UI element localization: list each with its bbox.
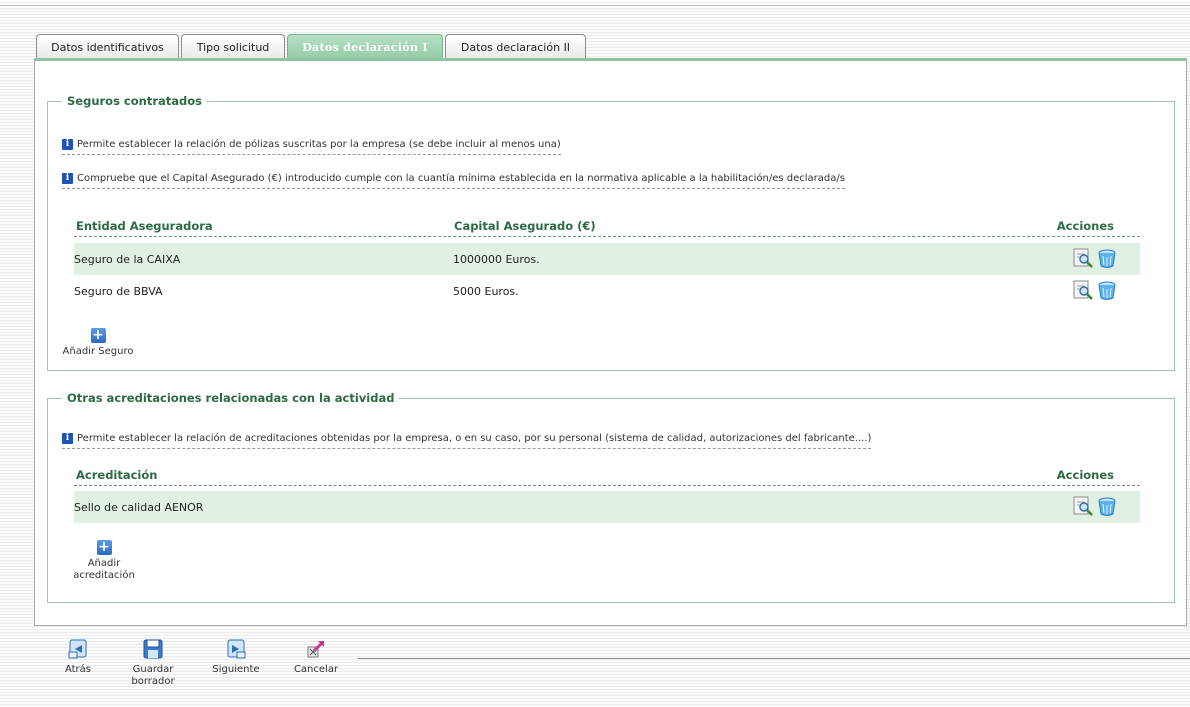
top-divider [0, 5, 1190, 6]
tab-datos-identificativos[interactable]: Datos identificativos [36, 34, 179, 59]
plus-icon: + [90, 327, 106, 343]
back-label: Atrás [64, 664, 92, 675]
info-text: Permite establecer la relación de acredi… [77, 433, 872, 444]
edit-document-icon[interactable] [1072, 279, 1094, 301]
add-seguro-label: Añadir Seguro [62, 346, 134, 357]
row-actions [1072, 279, 1118, 301]
info-icon: i [62, 173, 73, 184]
back-arrow-icon [68, 639, 87, 659]
trash-bin-icon[interactable] [1096, 279, 1118, 301]
cell-entidad: Seguro de la CAIXA [74, 252, 181, 266]
next-label: Siguiente [212, 664, 260, 675]
add-acreditacion-label-1: Añadir [87, 558, 121, 569]
header-capital: Capital Asegurado (€) [454, 219, 596, 233]
info-icon: i [62, 139, 73, 150]
tab-tipo-solicitud[interactable]: Tipo solicitud [181, 34, 285, 59]
acreditaciones-info: i Permite establecer la relación de acre… [62, 433, 872, 449]
header-entidad: Entidad Aseguradora [76, 219, 213, 233]
header-acciones: Acciones [1056, 468, 1114, 482]
edit-document-icon[interactable] [1072, 247, 1094, 269]
seguros-table-header: Entidad Aseguradora Capital Asegurado (€… [74, 219, 1140, 237]
plus-icon: + [96, 539, 112, 555]
header-acreditacion: Acreditación [76, 468, 158, 482]
acreditaciones-table-header: Acreditación Acciones [74, 468, 1140, 486]
tab-datos-declaracion-i[interactable]: Datos declaración I [287, 34, 443, 59]
toolbar-divider [358, 658, 1190, 659]
next-button[interactable]: Siguiente [208, 638, 264, 676]
tab-datos-declaracion-ii[interactable]: Datos declaración II [445, 34, 586, 59]
trash-bin-icon[interactable] [1096, 495, 1118, 517]
trash-bin-icon[interactable] [1096, 247, 1118, 269]
save-draft-button[interactable]: Guardar borrador [128, 638, 178, 688]
info-text: Compruebe que el Capital Asegurado (€) i… [77, 173, 845, 184]
cell-capital: 5000 Euros. [453, 284, 519, 298]
cancel-icon [307, 640, 325, 658]
header-acciones: Acciones [1056, 219, 1114, 233]
table-row: Seguro de BBVA 5000 Euros. [74, 275, 1140, 307]
table-row: Seguro de la CAIXA 1000000 Euros. [74, 243, 1140, 275]
seguros-legend: Seguros contratados [67, 94, 202, 108]
info-icon: i [62, 433, 73, 444]
back-button[interactable]: Atrás [58, 638, 98, 676]
seguros-info-polizas: i Permite establecer la relación de póli… [62, 139, 561, 155]
cell-acreditacion: Sello de calidad AENOR [74, 500, 204, 514]
next-arrow-icon [227, 639, 246, 659]
add-seguro-button[interactable]: + Añadir Seguro [62, 328, 134, 358]
row-actions [1072, 247, 1118, 269]
table-row: Sello de calidad AENOR [74, 491, 1140, 523]
add-acreditacion-button[interactable]: + Añadir acreditación [66, 540, 142, 582]
acreditaciones-fieldset: Otras acreditaciones relacionadas con la… [47, 391, 1175, 603]
seguros-fieldset: Seguros contratados i Permite establecer… [47, 94, 1175, 371]
row-actions [1072, 495, 1118, 517]
seguros-info-capital: i Compruebe que el Capital Asegurado (€)… [62, 173, 845, 189]
edit-document-icon[interactable] [1072, 495, 1094, 517]
floppy-disk-icon [143, 639, 163, 659]
cancel-button[interactable]: Cancelar [290, 638, 342, 676]
add-acreditacion-label-2: acreditación [73, 570, 135, 581]
cell-capital: 1000000 Euros. [453, 252, 540, 266]
cell-entidad: Seguro de BBVA [74, 284, 163, 298]
save-label-1: Guardar [132, 664, 174, 675]
form-panel: Seguros contratados i Permite establecer… [34, 58, 1187, 626]
acreditaciones-legend: Otras acreditaciones relacionadas con la… [67, 391, 395, 405]
info-text: Permite establecer la relación de póliza… [77, 139, 561, 150]
save-label-2: borrador [131, 676, 175, 687]
cancel-label: Cancelar [293, 664, 339, 675]
